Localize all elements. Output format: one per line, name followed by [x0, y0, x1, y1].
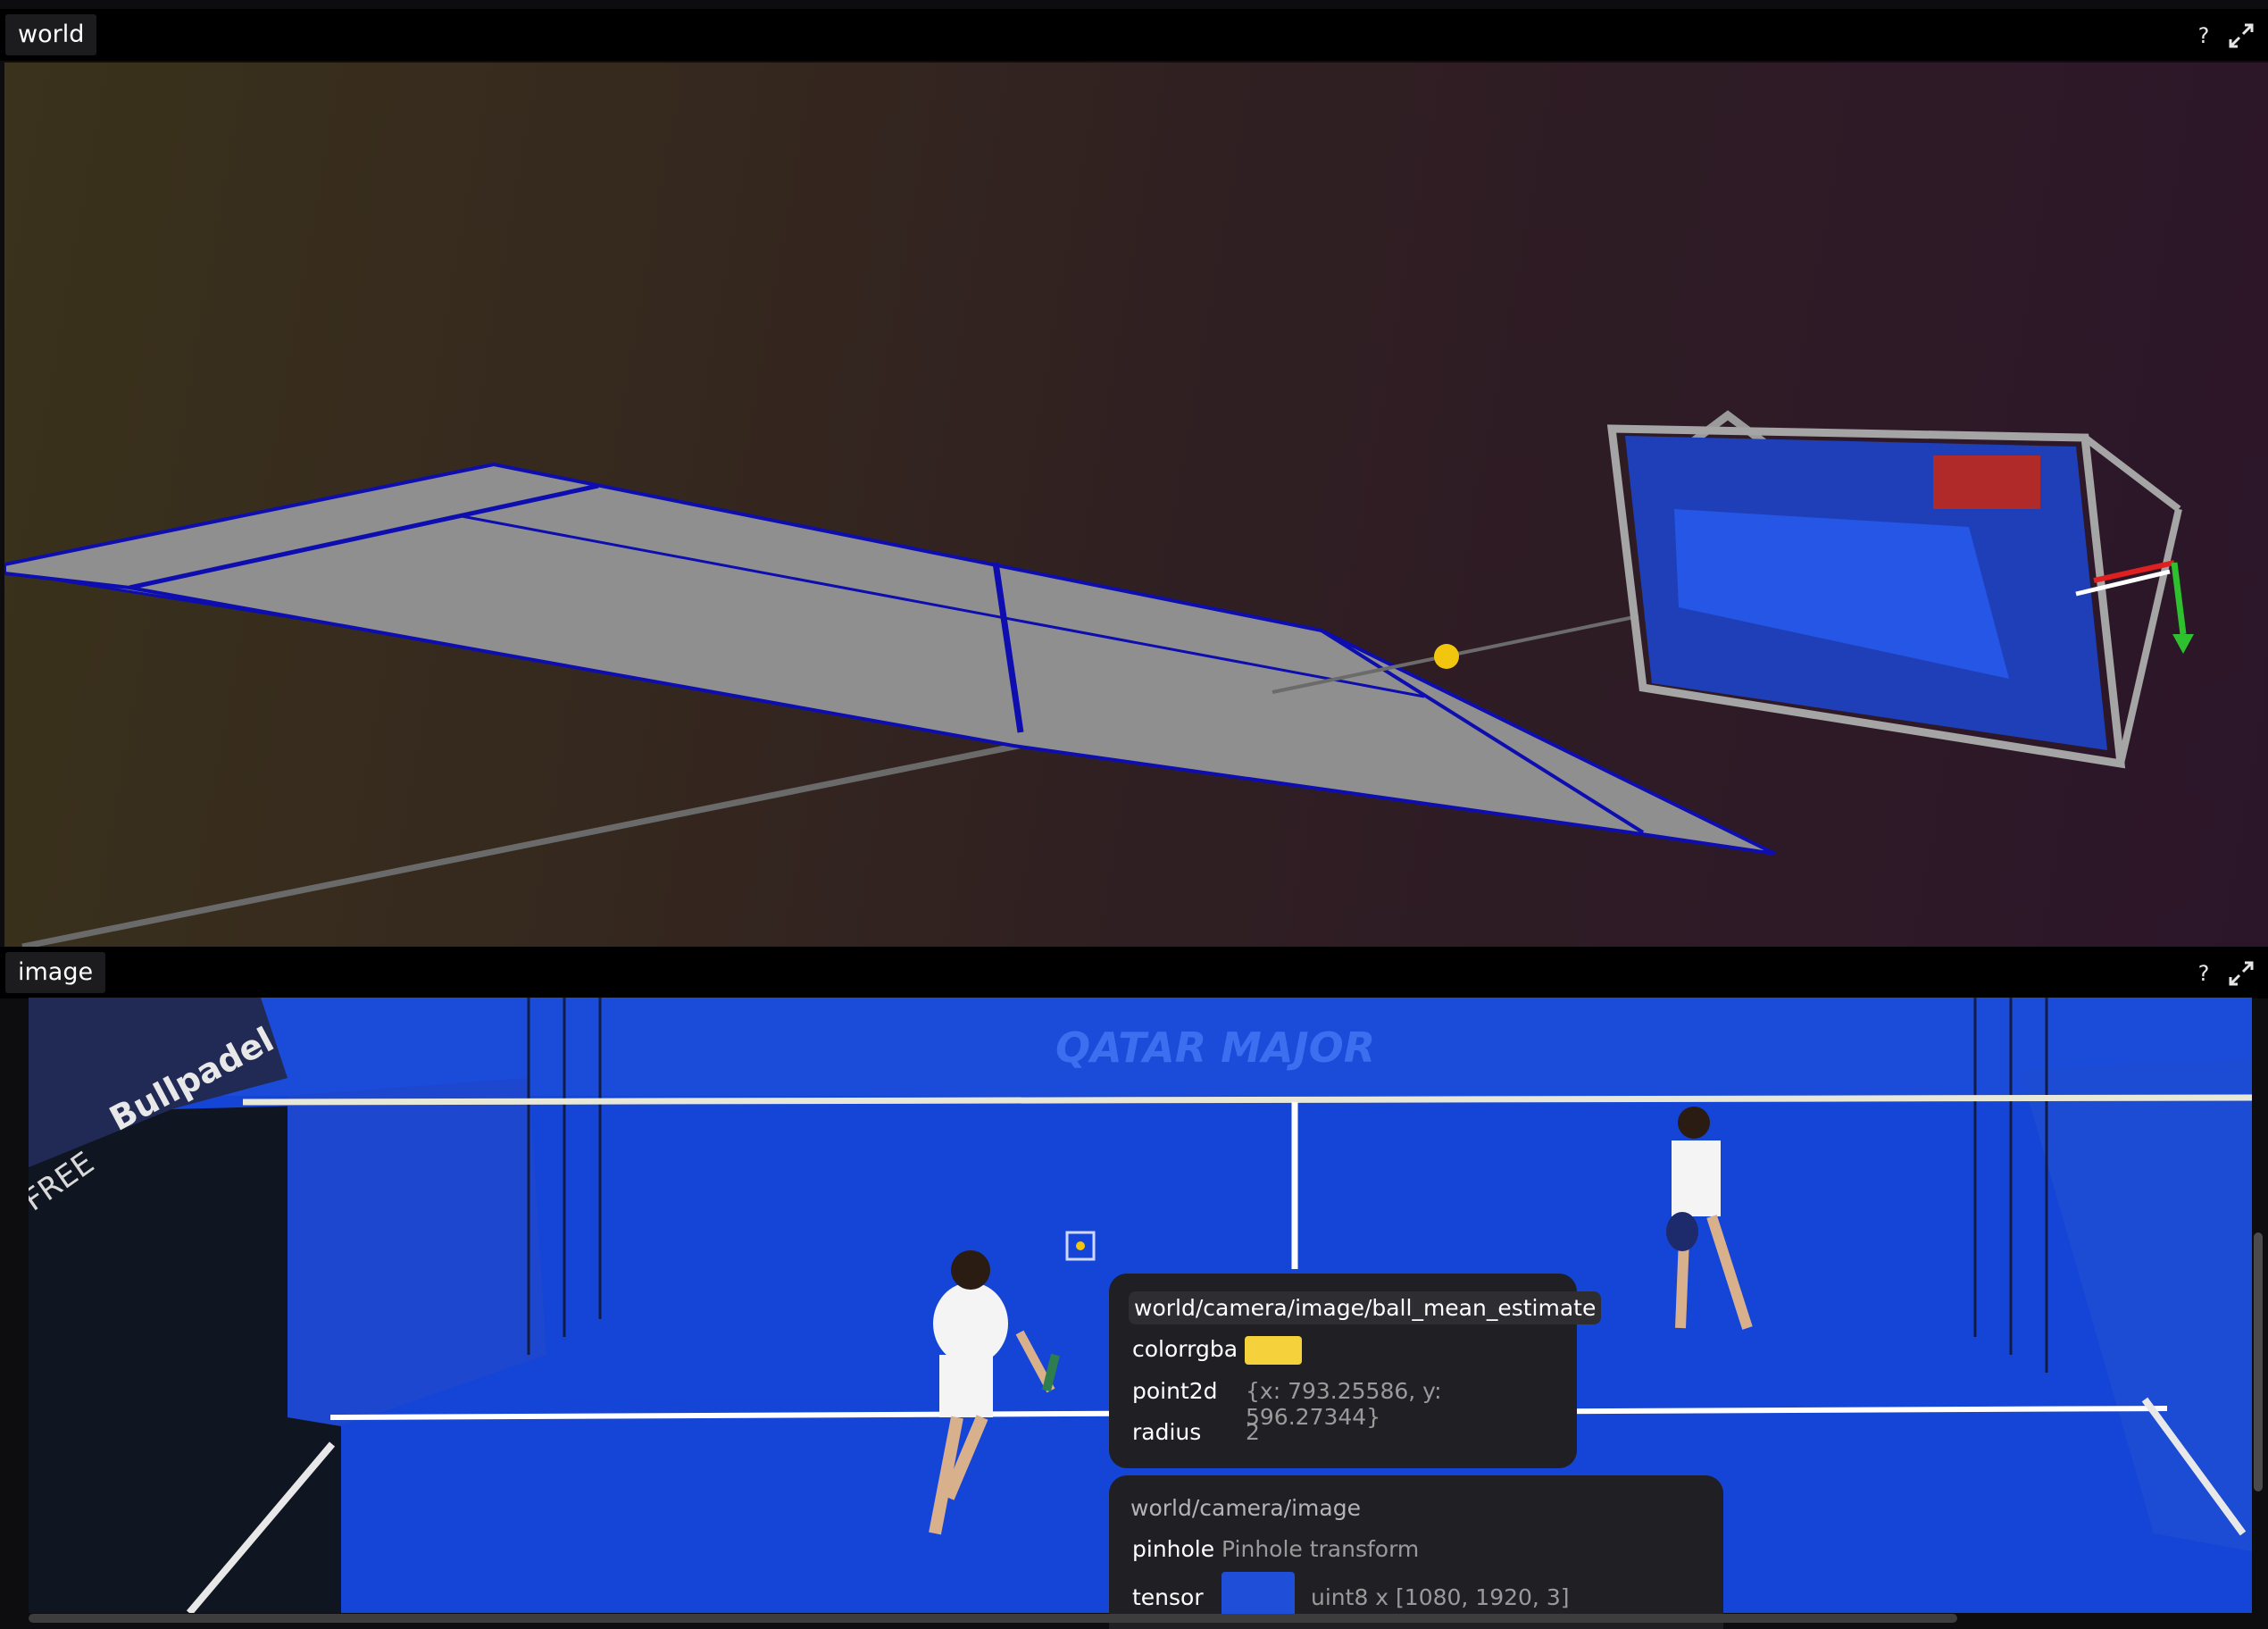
tensor-thumbnail [1222, 1572, 1295, 1616]
world-panel-header: world ? [0, 9, 2268, 61]
image-panel-header: image ? [0, 947, 2268, 998]
ball-point-marker[interactable] [1076, 1241, 1085, 1250]
world-help-button[interactable]: ? [2186, 18, 2222, 54]
hover-tooltip-parent: world/camera/image pinhole Pinhole trans… [1109, 1475, 1723, 1629]
image-panel-title[interactable]: image [5, 952, 106, 993]
viewer-app: world ? image ? QATAR MAJOR Bullpadel FR… [0, 0, 2268, 1629]
parent-key-tensor: tensor [1132, 1584, 1204, 1610]
entity-value-point2d: {x: 793.25586, y: 596.27344} [1246, 1378, 1442, 1430]
entity-value-radius: 2 [1246, 1419, 1260, 1445]
image-vertical-scrollbar[interactable] [2254, 1232, 2263, 1491]
world-3d-viewport[interactable] [4, 63, 2268, 947]
ball-point [1434, 644, 1459, 669]
entity-key-point2d: point2d [1132, 1378, 1218, 1404]
world-axis-line [21, 736, 1050, 947]
image-help-button[interactable]: ? [2186, 956, 2222, 991]
maximize-icon [2229, 961, 2254, 986]
color-swatch [1245, 1336, 1302, 1365]
image-maximize-button[interactable] [2223, 956, 2259, 991]
parent-path: world/camera/image [1130, 1495, 1361, 1521]
camera-frustum-edge [2117, 508, 2182, 764]
camera-axis-z-arrow [2172, 634, 2194, 654]
parent-key-pinhole: pinhole [1132, 1536, 1215, 1562]
maximize-icon [2229, 23, 2254, 48]
camera-image-stands [1933, 455, 2040, 509]
entity-key-colorrgba: colorrgba [1132, 1336, 1238, 1362]
entity-path: world/camera/image/ball_mean_estimate [1129, 1291, 1602, 1324]
hover-tooltip-entity: world/camera/image/ball_mean_estimate co… [1109, 1274, 1602, 1468]
camera-frustum-edge [2082, 434, 2181, 513]
parent-value-pinhole: Pinhole transform [1222, 1536, 1420, 1562]
camera-axis-z [2171, 562, 2187, 635]
world-scene [4, 410, 2194, 947]
world-panel-title[interactable]: world [5, 14, 97, 55]
entity-key-radius: radius [1132, 1419, 1202, 1445]
net-top [242, 1094, 2252, 1106]
court-surface [4, 462, 1776, 856]
world-maximize-button[interactable] [2223, 18, 2259, 54]
banner-text: QATAR MAJOR [1055, 1023, 1375, 1072]
parent-value-tensor: uint8 x [1080, 1920, 3] [1311, 1584, 1570, 1610]
image-horizontal-scrollbar[interactable] [29, 1614, 1957, 1623]
